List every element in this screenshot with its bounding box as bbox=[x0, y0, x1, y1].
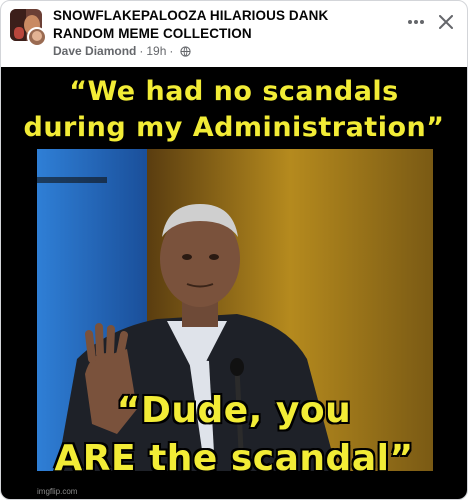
caption-bottom-line-1: “Dude, you bbox=[116, 390, 352, 431]
close-icon bbox=[439, 15, 453, 29]
meta-separator: · bbox=[139, 44, 144, 58]
author-avatar[interactable] bbox=[27, 27, 47, 47]
post-meta: Dave Diamond · 19h · bbox=[53, 44, 192, 58]
post-header: SNOWFLAKEPALOOZA HILARIOUS DANK RANDOM M… bbox=[1, 1, 467, 67]
post-timestamp[interactable]: 19h bbox=[146, 44, 166, 58]
caption-top-line-1: “We had no scandals bbox=[69, 76, 399, 107]
group-name-link[interactable]: SNOWFLAKEPALOOZA HILARIOUS DANK RANDOM M… bbox=[53, 7, 393, 43]
close-button[interactable] bbox=[435, 11, 457, 33]
meme-image[interactable]: “We had no scandals during my Administra… bbox=[1, 67, 467, 499]
more-options-button[interactable] bbox=[405, 11, 427, 33]
caption-bottom-line-2: ARE the scandal” bbox=[54, 438, 414, 479]
meta-separator-2: · bbox=[169, 44, 174, 58]
post-card: SNOWFLAKEPALOOZA HILARIOUS DANK RANDOM M… bbox=[0, 0, 468, 500]
author-name-link[interactable]: Dave Diamond bbox=[53, 44, 136, 58]
imgflip-watermark: imgflip.com bbox=[37, 487, 78, 496]
more-options-icon bbox=[408, 20, 424, 24]
globe-icon bbox=[180, 45, 192, 57]
caption-top-line-2: during my Administration” bbox=[23, 112, 445, 143]
